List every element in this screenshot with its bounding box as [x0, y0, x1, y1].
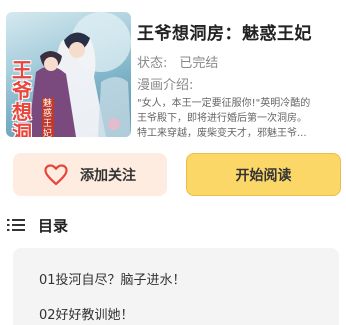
book-title: 王爷想洞房：魅惑王妃 — [137, 24, 312, 44]
book-description: "女人，本王一定要征服你!"英明冷酷的 王爷殿下，即将进行婚后第一次洞房。 特工… — [137, 96, 342, 141]
chapter-item[interactable]: 02好好教训她！ — [39, 304, 134, 323]
start-reading-button[interactable]: 开始阅读 — [186, 153, 341, 196]
description-line: 王爷殿下，即将进行婚后第一次洞房。 — [137, 113, 307, 124]
cover-title-text: 王爷想洞房 — [12, 58, 32, 138]
list-icon — [7, 219, 25, 231]
status-label: 状态: — [137, 56, 168, 71]
status-row: 状态: 已完结 — [137, 52, 218, 71]
chapter-item[interactable]: 01投河自尽？脑子进水！ — [39, 269, 186, 288]
chapter-list: 01投河自尽？脑子进水！ 02好好教训她！ — [13, 248, 339, 325]
add-follow-label: 添加关注 — [80, 167, 136, 184]
toc-header: 目录 — [7, 215, 68, 235]
cover-subtitle-text: 魅惑王妃 — [42, 98, 54, 137]
heart-icon — [44, 163, 68, 185]
toc-heading: 目录 — [38, 216, 69, 235]
status-value: 已完结 — [179, 56, 219, 71]
start-reading-label: 开始阅读 — [235, 167, 292, 184]
description-line: "女人，本王一定要征服你!"英明冷酷的 — [137, 98, 311, 109]
description-line: 特工来穿越，废柴变天才，邪魅王爷... — [137, 128, 307, 139]
intro-label: 漫画介绍: — [137, 78, 194, 93]
add-follow-button[interactable]: 添加关注 — [13, 153, 167, 196]
book-cover-image: 王爷想洞房 魅惑王妃 — [6, 12, 131, 137]
